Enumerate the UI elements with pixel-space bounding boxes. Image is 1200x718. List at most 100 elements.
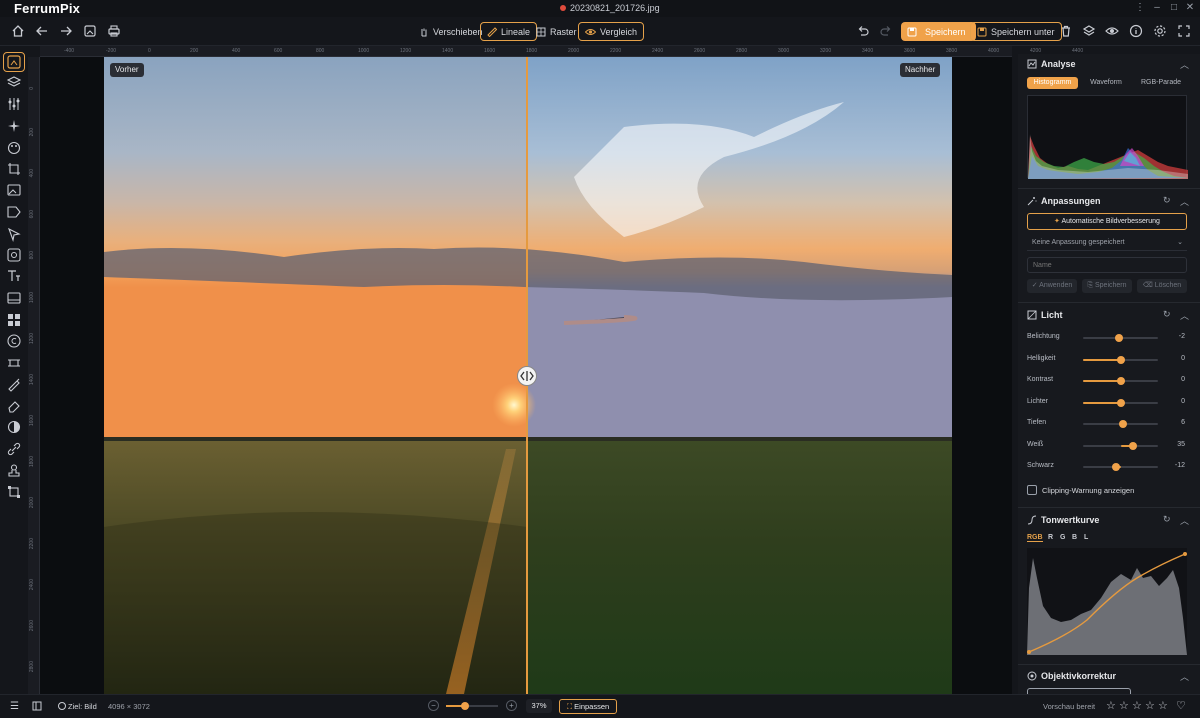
contrast-icon[interactable]	[6, 419, 22, 435]
text-icon[interactable]	[6, 268, 22, 284]
slider-schwarz[interactable]: Schwarz -12	[1027, 460, 1187, 474]
preset-select[interactable]: Keine Anpassung gespeichert ⌄	[1027, 236, 1187, 251]
preset-name-input[interactable]	[1027, 257, 1187, 273]
save-preset-button[interactable]: ⎘ Speichern	[1082, 279, 1132, 293]
star-icon[interactable]: ☆	[1145, 699, 1155, 712]
apply-preset-button[interactable]: ✓ Anwenden	[1027, 279, 1077, 293]
zoom-out-button[interactable]: −	[428, 700, 439, 711]
compare-toggle-button[interactable]: Vergleich	[578, 22, 645, 41]
slider-knob[interactable]	[1112, 463, 1120, 471]
sparkle-icon[interactable]	[6, 118, 22, 134]
slider-knob[interactable]	[1116, 398, 1125, 407]
chevron-up-icon[interactable]: ︿	[1180, 195, 1189, 208]
slider-track[interactable]	[1083, 398, 1158, 407]
tab-rgb-parade[interactable]: RGB-Parade	[1134, 77, 1188, 89]
slider-knob[interactable]	[1116, 355, 1125, 364]
channel-tab-g[interactable]: G	[1060, 534, 1065, 541]
save-button[interactable]: Speichern	[901, 22, 976, 41]
settings-gear-icon[interactable]	[1152, 23, 1168, 39]
tone-curve-editor[interactable]	[1027, 548, 1187, 655]
trash-icon[interactable]	[1058, 23, 1074, 39]
slider-track[interactable]	[1083, 420, 1158, 428]
channel-tab-rgb[interactable]: RGB	[1027, 534, 1043, 542]
layers-stack-icon[interactable]	[6, 75, 22, 91]
photo-frame-icon[interactable]	[6, 290, 22, 306]
resize-icon[interactable]	[6, 484, 22, 500]
slider-track[interactable]	[1083, 441, 1158, 450]
star-icon[interactable]: ☆	[1132, 699, 1142, 712]
reset-icon[interactable]: ↻	[1163, 195, 1171, 206]
stamp-icon[interactable]	[6, 463, 22, 479]
levels-icon[interactable]	[6, 354, 22, 370]
back-arrow-icon[interactable]	[34, 23, 50, 39]
link-icon[interactable]	[6, 441, 22, 457]
crop-select-icon[interactable]	[3, 52, 25, 72]
home-icon[interactable]	[10, 23, 26, 39]
slider-kontrast[interactable]: Kontrast 0	[1027, 374, 1187, 388]
slider-weiß[interactable]: Weiß 35	[1027, 439, 1187, 453]
slider-knob[interactable]	[1116, 377, 1125, 385]
window-maximize-icon[interactable]: □	[1167, 2, 1181, 14]
sliders-icon[interactable]	[6, 96, 22, 112]
slider-belichtung[interactable]: Belichtung -2	[1027, 331, 1187, 345]
slider-knob[interactable]	[1129, 441, 1138, 450]
print-icon[interactable]	[106, 23, 122, 39]
brush-icon[interactable]	[6, 376, 22, 392]
tab-waveform[interactable]: Waveform	[1082, 77, 1130, 89]
copyright-icon[interactable]	[6, 333, 22, 349]
clipping-warning-checkbox[interactable]	[1027, 485, 1037, 495]
star-icon[interactable]: ☆	[1158, 699, 1168, 712]
frame-icon[interactable]	[6, 247, 22, 263]
grid-toggle-button[interactable]: Raster	[530, 22, 583, 41]
zoom-in-button[interactable]: +	[506, 700, 517, 711]
panel-toggle-icon[interactable]	[32, 701, 42, 711]
channel-tab-l[interactable]: L	[1084, 534, 1088, 541]
star-icon[interactable]: ☆	[1119, 699, 1129, 712]
rulers-toggle-button[interactable]: Lineale	[480, 22, 538, 41]
slider-track[interactable]	[1083, 377, 1158, 385]
save-as-button[interactable]: Speichern unter	[970, 22, 1062, 41]
slider-helligkeit[interactable]: Helligkeit 0	[1027, 353, 1187, 367]
info-icon[interactable]	[1128, 23, 1144, 39]
forward-arrow-icon[interactable]	[58, 23, 74, 39]
image-icon[interactable]	[6, 182, 22, 198]
slider-lichter[interactable]: Lichter 0	[1027, 396, 1187, 410]
window-minimize-icon[interactable]: –	[1150, 2, 1164, 14]
window-close-icon[interactable]: ✕	[1183, 2, 1197, 14]
slider-knob[interactable]	[1115, 334, 1123, 342]
undo-icon[interactable]	[855, 23, 871, 39]
delete-preset-button[interactable]: ⌫ Löschen	[1137, 279, 1187, 293]
channel-tab-b[interactable]: B	[1072, 534, 1077, 541]
redo-icon[interactable]	[878, 23, 894, 39]
heart-icon[interactable]: ♡	[1176, 699, 1186, 712]
star-icon[interactable]: ☆	[1106, 699, 1116, 712]
slider-track[interactable]	[1083, 334, 1158, 342]
slider-knob[interactable]	[1118, 420, 1127, 428]
zoom-slider[interactable]	[446, 702, 498, 710]
chevron-up-icon[interactable]: ︿	[1180, 58, 1189, 71]
move-tool-button[interactable]: Verschieben	[413, 22, 489, 41]
chevron-up-icon[interactable]: ︿	[1180, 514, 1189, 527]
slider-track[interactable]	[1083, 463, 1158, 471]
menu-icon[interactable]: ☰	[10, 701, 19, 712]
channel-tab-r[interactable]: R	[1048, 534, 1053, 541]
layers-icon[interactable]	[1081, 23, 1097, 39]
auto-enhance-button[interactable]: ✦ Automatische Bildverbesserung	[1027, 213, 1187, 230]
image-export-icon[interactable]	[82, 23, 98, 39]
fit-to-screen-button[interactable]: ⛶ Einpassen	[559, 699, 617, 714]
selection-icon[interactable]	[6, 226, 22, 242]
compare-divider-handle[interactable]	[517, 366, 537, 386]
tab-histogram[interactable]: Histogramm	[1027, 77, 1078, 89]
slider-tiefen[interactable]: Tiefen 6	[1027, 417, 1187, 431]
transform-icon[interactable]	[6, 161, 22, 177]
zoom-value[interactable]: 37%	[526, 699, 552, 713]
eraser-icon[interactable]	[6, 398, 22, 414]
reset-icon[interactable]: ↻	[1163, 309, 1171, 320]
grid-tiles-icon[interactable]	[6, 312, 22, 328]
chevron-up-icon[interactable]: ︿	[1180, 309, 1189, 322]
chevron-up-icon[interactable]: ︿	[1180, 670, 1189, 683]
window-menu-icon[interactable]: ⋮	[1133, 2, 1147, 14]
tag-icon[interactable]	[6, 204, 22, 220]
palette-icon[interactable]	[6, 140, 22, 156]
reset-icon[interactable]: ↻	[1163, 514, 1171, 525]
